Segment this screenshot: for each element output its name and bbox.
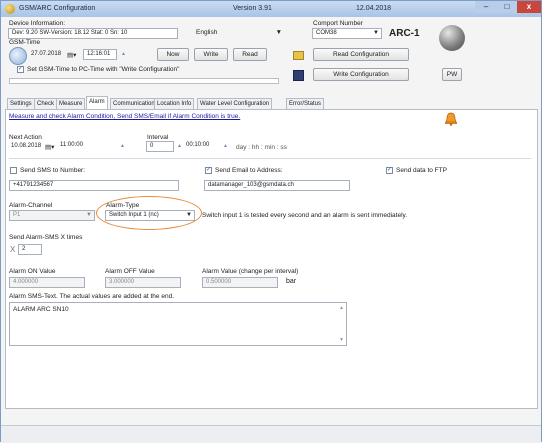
time-spinner-icon[interactable]: ▲ [119,49,128,60]
status-bar [1,425,541,443]
alarm-change-label: Alarm Value (change per interval) [202,268,299,275]
chevron-down-icon: ▼ [86,212,92,218]
chevron-down-icon: ▼ [373,30,379,36]
interval-units: day : hh : min : ss [236,144,287,151]
tab-location-info[interactable]: Location Info [154,98,195,109]
alarm-on-field[interactable]: 4.000000 [9,277,85,288]
gsm-time-field[interactable]: 12:16:01 [83,49,117,60]
send-ftp-label: Send data to FTP [396,167,447,174]
set-time-label: Set GSM-Time to PC-Time with "Write Conf… [27,66,180,73]
device-globe-icon [439,25,465,51]
tab-alarm[interactable]: Alarm [86,96,108,110]
chevron-down-icon: ▼ [275,29,282,36]
alarm-panel: Measure and check Alarm Condition, Send … [5,109,538,409]
tab-settings[interactable]: Settings [7,98,35,109]
sms-text-area[interactable]: ALARM ARC SN10 ▲ ▼ [9,302,347,346]
save-disk-icon[interactable] [293,70,304,81]
write-time-button[interactable]: Write [194,48,228,61]
tab-communication[interactable]: Communication [110,98,158,109]
sms-times-prefix: X [10,245,16,254]
progress-bar [9,78,279,84]
send-sms-label: Send SMS to Number: [20,167,86,174]
language-select[interactable]: English ▼ [196,29,284,36]
send-email-checkbox[interactable]: ✓ [205,167,212,174]
next-action-label: Next Action [9,134,42,141]
now-button[interactable]: Now [157,48,189,61]
alarm-channel-label: Alarm-Channel [9,202,53,209]
comport-select[interactable]: COM38 ▼ [312,28,382,39]
read-configuration-button[interactable]: Read Configuration [313,48,409,61]
divider [9,158,531,159]
unit-label: bar [286,278,297,285]
window-title: GSM/ARC Configuration [19,5,96,12]
tab-check[interactable]: Check [34,98,58,109]
scroll-up-icon[interactable]: ▲ [339,305,344,311]
sms-times-label: Send Alarm-SMS X times [9,234,83,241]
alarm-off-label: Alarm OFF Value [105,268,155,275]
sms-number-field[interactable]: +41791234567 [9,180,179,191]
alarm-off-field[interactable]: 3.000000 [105,277,181,288]
next-action-time-field[interactable]: 11:00:00 [57,141,93,152]
device-info-field: Dev: 9.20 SW-Version: 18.12 Stat: 0 Sn: … [8,28,178,39]
calendar-icon[interactable]: ▤▾ [67,51,76,59]
tab-water-level-configuration[interactable]: Water Level Configuration [197,98,273,109]
interval-days-field[interactable]: 0 [146,141,174,152]
send-sms-checkbox[interactable] [10,167,17,174]
tab-error-status[interactable]: Error/Status [286,98,325,109]
title-bar: GSM/ARC Configuration Version 3.91 12.04… [1,1,541,17]
send-ftp-checkbox[interactable]: ✓ [386,167,393,174]
app-window: GSM/ARC Configuration Version 3.91 12.04… [0,0,542,443]
date-label: 12.04.2018 [356,5,392,12]
alarm-channel-select[interactable]: P1 ▼ [9,210,95,221]
sms-text-value: ALARM ARC SN10 [13,306,69,313]
next-action-spinner-icon[interactable]: ▲ [118,141,127,152]
sms-times-field[interactable]: 2 [18,244,42,255]
alarm-bell-icon [445,112,457,126]
version-label: Version 3.91 [233,5,272,12]
highlight-ellipse [96,196,202,230]
maximize-button[interactable]: □ [497,1,517,13]
scroll-down-icon[interactable]: ▼ [339,337,344,343]
set-time-checkbox[interactable]: ✓ [17,66,24,73]
gsm-date-field[interactable]: 27.07.2018 [28,50,66,61]
interval-time-field[interactable]: 00:10:00 [183,141,219,152]
write-configuration-button[interactable]: Write Configuration [313,68,409,81]
email-field[interactable]: datamanager_103@gsmdata.ch [204,180,350,191]
gsm-time-label: GSM-Time [9,39,41,46]
calendar-icon[interactable]: ▤▾ [45,143,54,151]
sms-text-label: Alarm SMS-Text. The actual values are ad… [9,293,174,300]
alarm-type-info: Switch input 1 is tested every second an… [202,212,408,219]
comport-label: Comport Number [313,20,363,27]
clock-icon [9,47,27,65]
send-email-label: Send Email to Address: [215,167,283,174]
alarm-change-field[interactable]: 0.500000 [202,277,278,288]
next-action-date-field[interactable]: 10.08.2018 [8,142,44,153]
device-info-label: Device Information: [9,20,65,27]
app-icon [5,4,15,14]
interval-label: Interval [147,134,169,141]
close-button[interactable]: x [517,1,541,13]
interval-time-spinner-icon[interactable]: ▲ [221,141,230,152]
pw-button[interactable]: PW [442,68,462,81]
language-value: English [196,29,218,36]
alarm-on-label: Alarm ON Value [9,268,56,275]
open-folder-icon[interactable] [293,51,304,60]
alarm-description: Measure and check Alarm Condition, Send … [9,113,241,120]
read-time-button[interactable]: Read [233,48,267,61]
device-name: ARC-1 [389,28,420,39]
minimize-button[interactable]: – [475,1,497,13]
tab-measure[interactable]: Measure [56,98,86,109]
